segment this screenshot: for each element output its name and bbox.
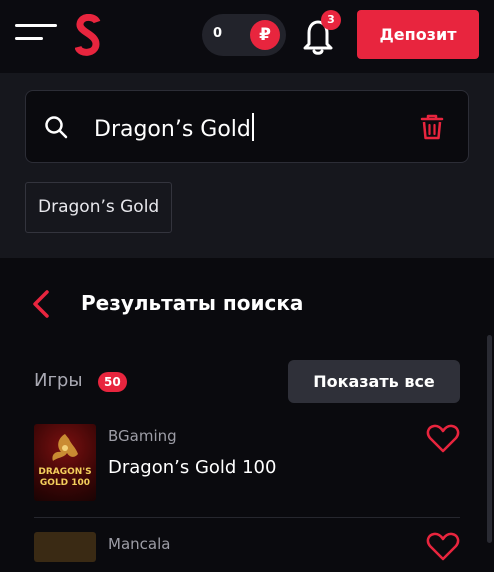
page-title: Результаты поиска bbox=[81, 291, 304, 315]
games-section-title: Игры bbox=[34, 370, 83, 391]
ruble-icon: ₽ bbox=[250, 20, 280, 50]
svg-text:GOLD 100: GOLD 100 bbox=[40, 478, 90, 488]
results-header: Результаты поиска bbox=[0, 258, 494, 348]
list-divider bbox=[34, 517, 460, 518]
game-thumbnail: DRAGON'S GOLD 100 bbox=[34, 424, 96, 501]
game-provider: BGaming bbox=[108, 427, 177, 445]
trash-icon[interactable] bbox=[419, 113, 445, 141]
text-caret bbox=[251, 113, 254, 141]
games-count-badge: 50 bbox=[98, 372, 127, 392]
game-title: Dragon’s Gold 100 bbox=[108, 457, 277, 478]
balance-widget[interactable]: 0 ₽ bbox=[202, 14, 286, 56]
search-input[interactable]: Dragon’s Gold bbox=[94, 113, 254, 142]
deposit-button[interactable]: Депозит bbox=[357, 10, 479, 59]
game-list-item[interactable]: DRAGON'S GOLD 100 BGaming Dragon’s Gold … bbox=[34, 424, 460, 504]
search-query-text: Dragon’s Gold bbox=[94, 117, 251, 142]
search-icon bbox=[45, 116, 68, 139]
search-panel: Dragon’s Gold Dragon’s Gold bbox=[0, 73, 494, 258]
dragon-artwork-icon: DRAGON'S GOLD 100 bbox=[38, 434, 92, 488]
game-list-item[interactable]: Mancala bbox=[34, 532, 460, 572]
top-header: 0 ₽ 3 Депозит bbox=[0, 0, 494, 73]
notifications-button[interactable]: 3 bbox=[300, 10, 341, 56]
show-all-button[interactable]: Показать все bbox=[288, 360, 460, 403]
hamburger-menu-icon[interactable] bbox=[15, 24, 57, 44]
game-provider: Mancala bbox=[108, 535, 171, 553]
recent-search-chip[interactable]: Dragon’s Gold bbox=[25, 182, 173, 233]
balance-amount: 0 bbox=[213, 26, 223, 41]
search-box[interactable]: Dragon’s Gold bbox=[25, 90, 469, 163]
heart-icon[interactable] bbox=[426, 424, 460, 454]
heart-icon[interactable] bbox=[426, 532, 460, 562]
back-arrow-icon[interactable] bbox=[30, 289, 52, 319]
logo-icon[interactable] bbox=[75, 14, 101, 56]
svg-text:DRAGON'S: DRAGON'S bbox=[38, 467, 91, 477]
notification-count-badge: 3 bbox=[321, 10, 341, 30]
game-thumbnail bbox=[34, 532, 96, 562]
scrollbar[interactable] bbox=[487, 335, 492, 543]
